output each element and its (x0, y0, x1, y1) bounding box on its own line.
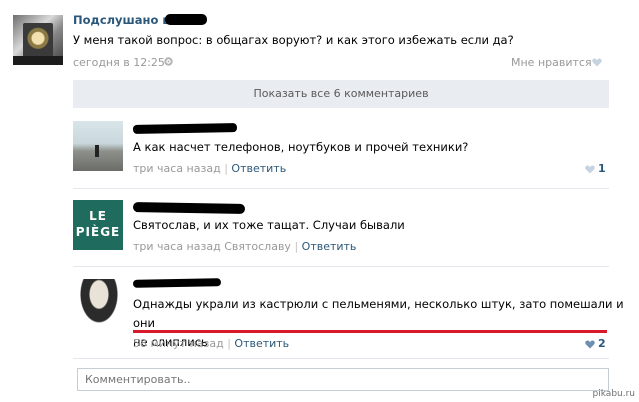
like-count[interactable]: 2 (598, 337, 606, 350)
red-underline-mark (133, 330, 607, 333)
meta-separator: | (224, 162, 228, 175)
heart-icon[interactable] (585, 340, 595, 349)
post-time[interactable]: сегодня в 12:25 (73, 56, 165, 69)
avatar-face (80, 279, 118, 323)
reply-link[interactable]: Ответить (234, 337, 289, 350)
comment-time[interactable]: три часа назад (133, 240, 221, 253)
comment-meta: три часа назад | Ответить (133, 162, 286, 175)
meta-separator: | (227, 337, 231, 350)
avatar-caption-strip (13, 56, 63, 65)
comment-input[interactable] (78, 369, 608, 390)
comment-divider (73, 266, 609, 267)
like-count[interactable]: 1 (598, 162, 606, 175)
comment-divider (73, 188, 609, 189)
comment-meta: 58 минут назад | Ответить (133, 337, 289, 350)
comment-avatar[interactable]: LE PIÈGE (73, 200, 123, 250)
redacted-name-scribble (132, 202, 246, 214)
comment-divider (73, 358, 609, 359)
reply-link[interactable]: Ответить (302, 240, 357, 253)
reply-to[interactable]: Святославу (224, 240, 291, 253)
comment-time[interactable]: 58 минут назад (133, 337, 224, 350)
post-author-link[interactable]: Подслушано в (73, 13, 170, 27)
redacted-name-scribble (132, 123, 238, 134)
comment-avatar[interactable] (73, 121, 123, 171)
heart-icon[interactable] (585, 165, 595, 174)
reply-link[interactable]: Ответить (231, 162, 286, 175)
comment-text: Святослав, и их тоже тащат. Случаи бывал… (133, 218, 405, 232)
post-like-label[interactable]: Мне нравится (511, 56, 592, 69)
comment-avatar[interactable] (77, 278, 122, 326)
comment-text: А как насчет телефонов, ноутбуков и проч… (133, 140, 469, 154)
comment-text-line: Однажды украли из кастрюли с пельменями,… (133, 297, 624, 330)
comment-input-box[interactable] (77, 368, 609, 391)
show-all-comments-button[interactable]: Показать все 6 комментариев (73, 80, 609, 108)
avatar-text: LE (89, 209, 107, 223)
avatar-image (23, 23, 53, 57)
comment-meta: три часа назад Святославу | Ответить (133, 240, 356, 253)
gear-icon[interactable] (163, 56, 174, 67)
avatar-text: PIÈGE (75, 225, 121, 239)
watermark: pikabu.ru (592, 389, 635, 399)
comment-time[interactable]: три часа назад (133, 162, 221, 175)
heart-icon[interactable] (592, 58, 602, 67)
redacted-author-scribble (165, 14, 207, 25)
redacted-name-scribble (132, 278, 222, 288)
post-text: У меня такой вопрос: в общагах воруют? и… (73, 33, 514, 47)
avatar-figure (95, 145, 99, 157)
meta-separator: | (294, 240, 299, 253)
group-avatar[interactable] (13, 15, 63, 65)
